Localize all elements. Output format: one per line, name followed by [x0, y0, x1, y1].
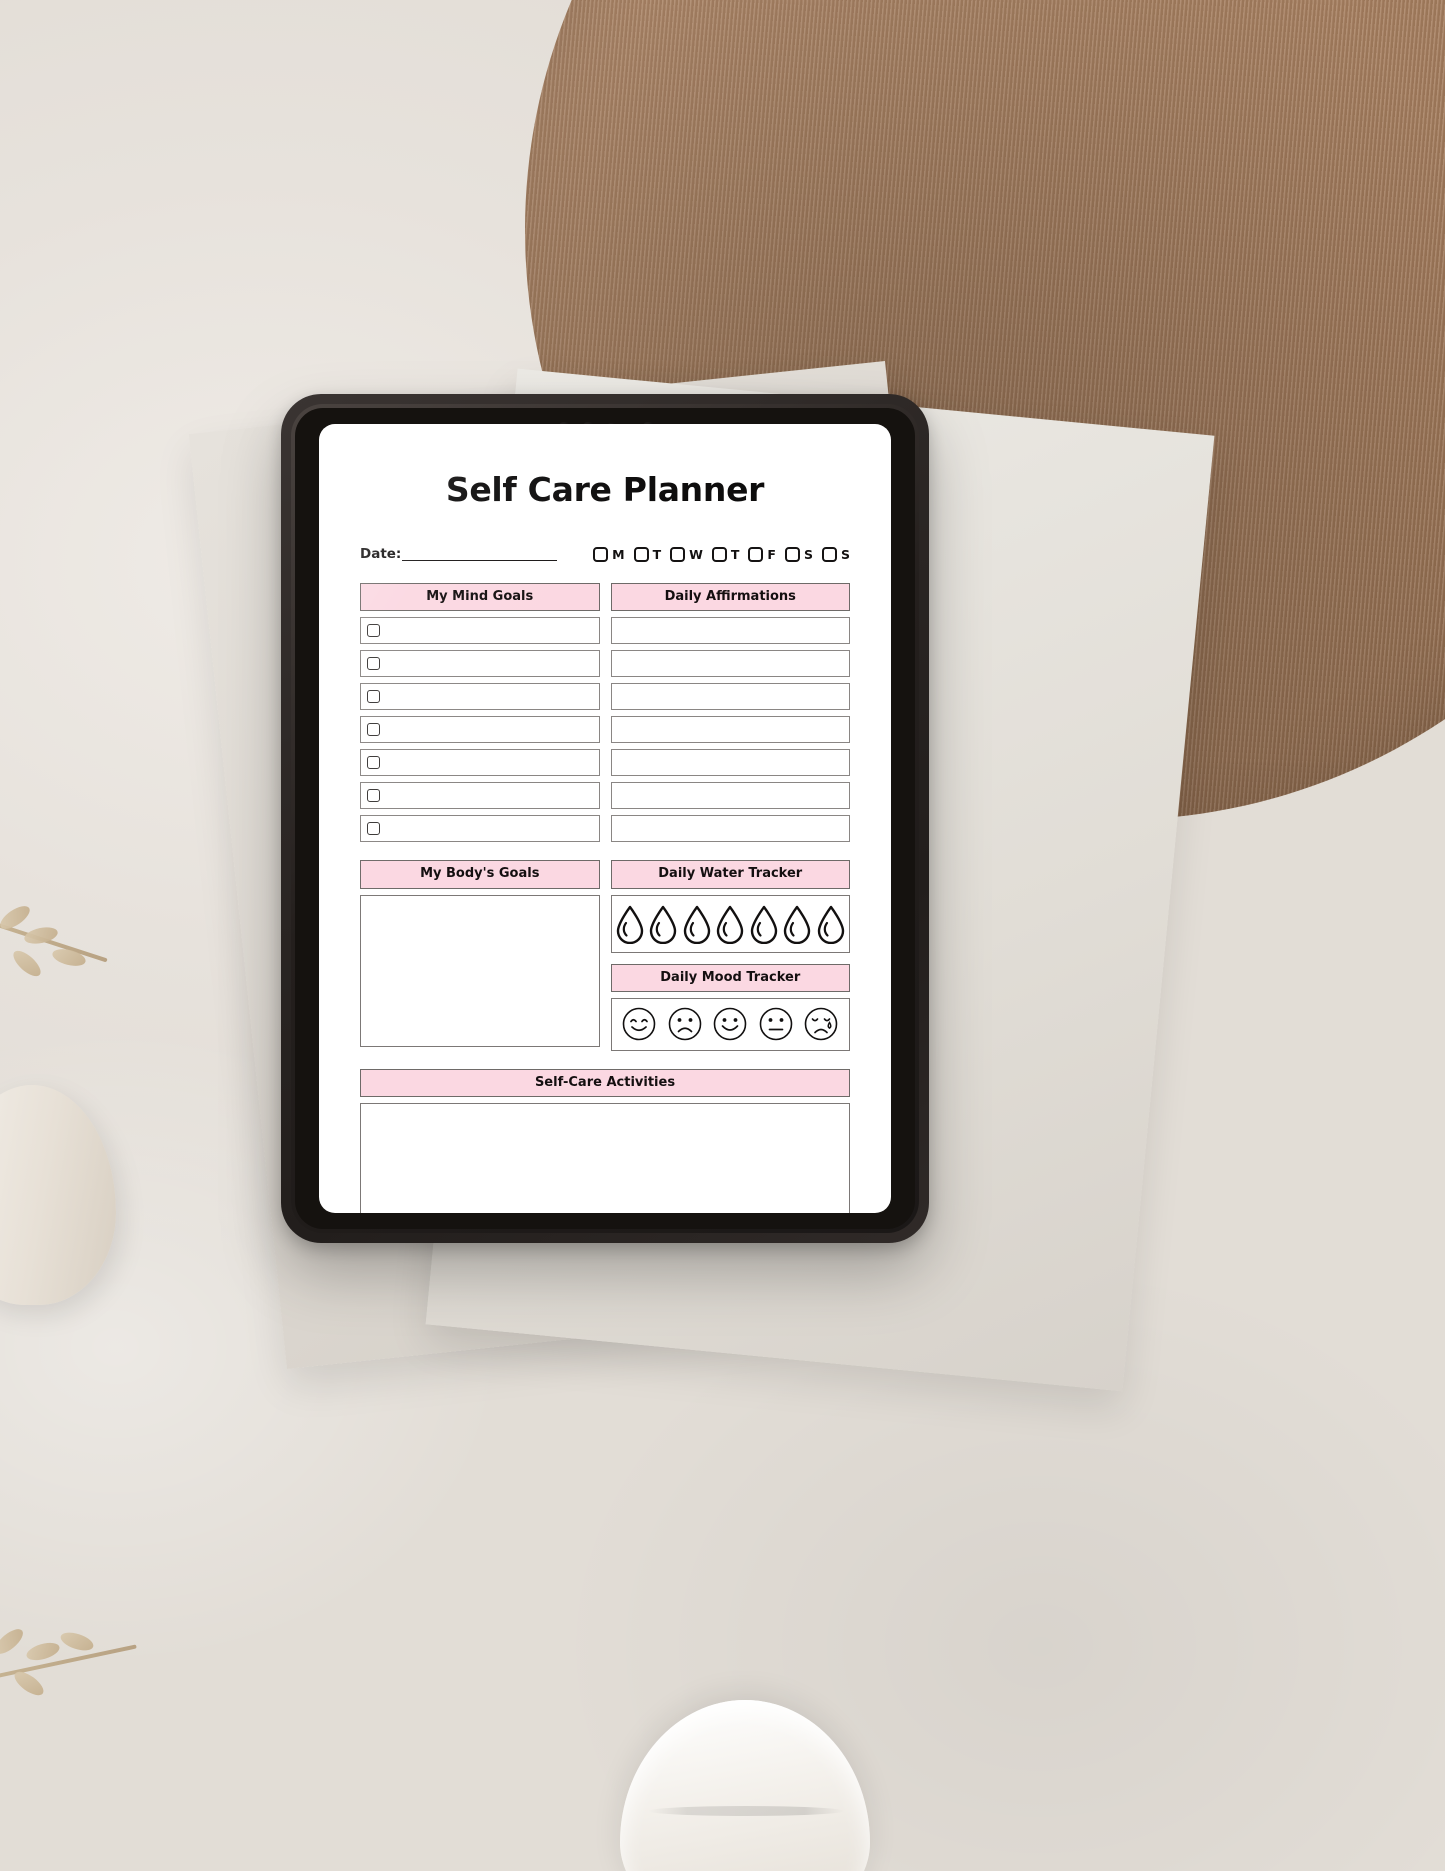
weekday-checkbox[interactable] [633, 546, 649, 562]
water-drop-icon[interactable] [782, 904, 812, 944]
weekday-letter: M [612, 546, 625, 562]
body-goals-header: My Body's Goals [360, 860, 600, 889]
affirmation-row[interactable] [610, 617, 850, 645]
mind-goal-checkbox[interactable] [367, 723, 380, 737]
sad-face-icon[interactable] [667, 1006, 703, 1042]
weekday-wednesday[interactable]: W [670, 546, 703, 562]
weekday-checkbox[interactable] [784, 546, 800, 562]
weekday-letter: F [767, 546, 776, 562]
water-drop-icon[interactable] [648, 904, 678, 944]
self-care-planner-page: Self Care Planner Date: M T W T F S S My… [319, 424, 891, 1213]
tablet-screen[interactable]: Self Care Planner Date: M T W T F S S My… [319, 424, 891, 1213]
water-drop-icon[interactable] [715, 904, 745, 944]
mind-goals-section: My Mind Goals [360, 583, 600, 843]
mind-goal-checkbox[interactable] [367, 789, 380, 803]
mood-tracker-wrap: Daily Mood Tracker [610, 963, 850, 1051]
mood-tracker-header: Daily Mood Tracker [610, 963, 850, 992]
weekday-friday[interactable]: F [748, 546, 776, 562]
affirmation-row[interactable] [610, 782, 850, 810]
affirmations-section: Daily Affirmations [610, 583, 850, 843]
mind-goal-row[interactable] [360, 815, 600, 843]
date-row: Date: M T W T F S S [360, 543, 850, 565]
water-drop-icon[interactable] [749, 904, 779, 944]
affirmation-row[interactable] [610, 716, 850, 744]
weekday-sunday[interactable]: S [821, 546, 850, 562]
mind-goal-row[interactable] [360, 617, 600, 645]
weekday-letter: S [840, 546, 850, 562]
mind-goal-checkbox[interactable] [367, 756, 380, 770]
mood-tracker-row [610, 997, 850, 1051]
weekday-checkbox[interactable] [821, 546, 837, 562]
affirmation-row[interactable] [610, 749, 850, 777]
happy-face-icon[interactable] [621, 1006, 657, 1042]
water-tracker-header: Daily Water Tracker [610, 860, 850, 889]
top-sections: My Mind Goals Daily Affirmations [360, 583, 850, 843]
mind-goal-row[interactable] [360, 716, 600, 744]
weekday-tuesday[interactable]: T [633, 546, 662, 562]
smiling-face-icon[interactable] [712, 1006, 748, 1042]
weekday-letter: T [652, 546, 662, 562]
weekday-selector: M T W T F S S [593, 546, 850, 562]
mind-goals-header: My Mind Goals [360, 583, 600, 612]
mind-goal-checkbox[interactable] [367, 690, 380, 704]
mind-goal-checkbox[interactable] [367, 657, 380, 671]
weekday-saturday[interactable]: S [784, 546, 813, 562]
water-tracker-row [610, 894, 850, 953]
affirmation-row[interactable] [610, 815, 850, 843]
date-label: Date: [360, 546, 402, 562]
mind-goal-row[interactable] [360, 749, 600, 777]
mid-sections: My Body's Goals Daily Water Tracker Dail… [360, 860, 850, 1051]
weekday-checkbox[interactable] [711, 546, 727, 562]
affirmation-row[interactable] [610, 683, 850, 711]
activities-header: Self-Care Activities [360, 1068, 850, 1098]
water-mood-column: Daily Water Tracker Daily Mood Tracker [610, 860, 850, 1051]
mind-goal-checkbox[interactable] [367, 822, 380, 836]
body-goals-input[interactable] [360, 894, 600, 1047]
mind-goal-row[interactable] [360, 782, 600, 810]
date-input[interactable] [402, 547, 558, 561]
page-title: Self Care Planner [445, 470, 765, 509]
crying-face-icon[interactable] [803, 1006, 839, 1042]
weekday-letter: S [803, 546, 813, 562]
weekday-checkbox[interactable] [593, 546, 609, 562]
weekday-thursday[interactable]: T [711, 546, 740, 562]
weekday-letter: T [730, 546, 740, 562]
mind-goal-row[interactable] [360, 650, 600, 678]
activities-section: Self-Care Activities [360, 1068, 850, 1213]
activities-input[interactable] [360, 1103, 850, 1213]
mind-goal-checkbox[interactable] [367, 624, 380, 638]
photo-scene: Self Care Planner Date: M T W T F S S My… [0, 0, 1445, 1871]
weekday-letter: W [689, 546, 703, 562]
weekday-checkbox[interactable] [670, 546, 686, 562]
tablet-device: Self Care Planner Date: M T W T F S S My… [281, 394, 929, 1243]
water-drop-icon[interactable] [682, 904, 712, 944]
earbuds-case-seam [648, 1806, 844, 1816]
weekday-monday[interactable]: M [593, 546, 625, 562]
neutral-face-icon[interactable] [758, 1006, 794, 1042]
water-drop-icon[interactable] [615, 904, 645, 944]
affirmation-row[interactable] [610, 650, 850, 678]
water-drop-icon[interactable] [816, 904, 846, 944]
body-goals-section: My Body's Goals [360, 860, 600, 1051]
mind-goal-row[interactable] [360, 683, 600, 711]
weekday-checkbox[interactable] [748, 546, 764, 562]
affirmations-header: Daily Affirmations [610, 583, 850, 612]
